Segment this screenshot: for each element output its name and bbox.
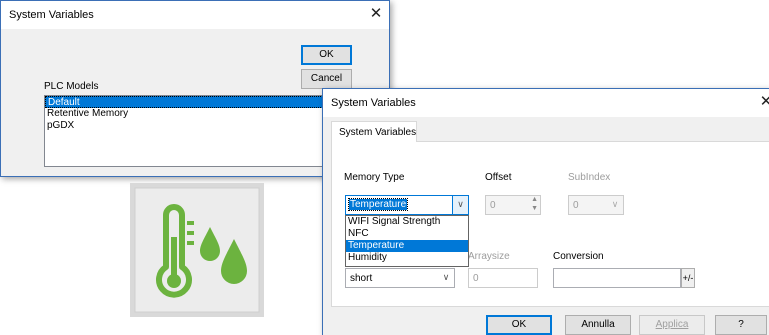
list-item-default[interactable]: Default bbox=[45, 96, 343, 108]
option-wifi-signal-strength[interactable]: WIFI Signal Strength bbox=[346, 216, 468, 228]
close-icon[interactable]: ✕ bbox=[755, 92, 769, 110]
app-icon-tile bbox=[130, 183, 264, 317]
option-temperature[interactable]: Temperature bbox=[346, 240, 468, 252]
close-icon[interactable]: ✕ bbox=[365, 4, 387, 22]
offset-stepper[interactable]: 0 ▲ ▼ bbox=[485, 195, 541, 215]
data-type-value: short bbox=[350, 273, 373, 284]
tab-label: System Variables bbox=[339, 127, 417, 138]
screenshot-root: { "dialog1": { "title": "System Variable… bbox=[0, 0, 769, 335]
arraysize-label: Arraysize bbox=[468, 251, 510, 262]
list-item-pgdx[interactable]: pGDX bbox=[45, 120, 343, 132]
spin-up-icon[interactable]: ▲ bbox=[531, 196, 538, 203]
cancel-button[interactable]: Annulla bbox=[565, 315, 631, 335]
conversion-label: Conversion bbox=[553, 251, 604, 262]
spin-down-icon[interactable]: ▼ bbox=[531, 205, 538, 212]
dialog-title: System Variables bbox=[9, 9, 94, 21]
memory-type-select[interactable]: Temperature ∨ bbox=[345, 195, 469, 215]
tab-system-variables[interactable]: System Variables bbox=[331, 121, 417, 142]
plc-models-list[interactable]: Default Retentive Memory pGDX bbox=[44, 95, 344, 167]
ok-button[interactable]: OK bbox=[486, 315, 552, 335]
chevron-down-icon[interactable]: ∨ bbox=[438, 269, 454, 287]
ok-button[interactable]: OK bbox=[301, 45, 352, 65]
offset-label: Offset bbox=[485, 172, 512, 183]
help-button[interactable]: ? bbox=[715, 315, 767, 335]
system-variables-dialog: System Variables ✕ System Variables Memo… bbox=[322, 88, 769, 335]
tab-page: Memory Type Offset SubIndex Temperature … bbox=[331, 141, 769, 307]
option-nfc[interactable]: NFC bbox=[346, 228, 468, 240]
chevron-down-icon[interactable]: ∨ bbox=[452, 196, 468, 214]
data-type-select[interactable]: short ∨ bbox=[345, 268, 455, 288]
apply-button[interactable]: Applica bbox=[639, 315, 705, 335]
dialog-title: System Variables bbox=[331, 97, 416, 109]
arraysize-value: 0 bbox=[473, 273, 479, 284]
sign-toggle-button[interactable]: +/- bbox=[681, 268, 695, 288]
cancel-button[interactable]: Cancel bbox=[301, 69, 352, 89]
subindex-value: 0 bbox=[573, 200, 579, 211]
conversion-field[interactable] bbox=[553, 268, 681, 288]
subindex-label: SubIndex bbox=[568, 172, 611, 183]
chevron-down-icon[interactable]: ∨ bbox=[607, 196, 623, 214]
thermometer-humidity-icon bbox=[130, 183, 264, 317]
plc-models-label: PLC Models bbox=[44, 81, 99, 92]
subindex-select[interactable]: 0 ∨ bbox=[568, 195, 624, 215]
memory-type-label: Memory Type bbox=[344, 172, 405, 183]
title-bar: System Variables ✕ bbox=[1, 1, 389, 29]
offset-value: 0 bbox=[490, 200, 496, 211]
memory-type-value: Temperature bbox=[347, 198, 409, 211]
option-humidity[interactable]: Humidity bbox=[346, 252, 468, 264]
list-item-retentive-memory[interactable]: Retentive Memory bbox=[45, 108, 343, 120]
dialog-body: System Variables Memory Type Offset SubI… bbox=[323, 117, 769, 335]
arraysize-field[interactable]: 0 bbox=[468, 268, 538, 288]
memory-type-dropdown[interactable]: WIFI Signal Strength NFC Temperature Hum… bbox=[345, 215, 469, 267]
title-bar: System Variables ✕ bbox=[323, 89, 769, 117]
